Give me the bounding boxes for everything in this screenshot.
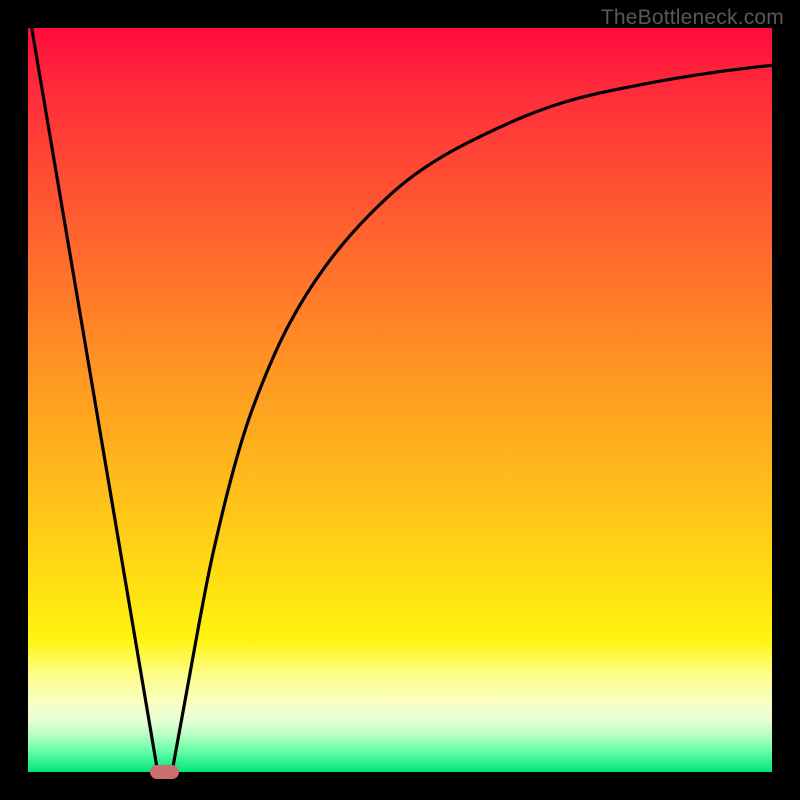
- watermark-text: TheBottleneck.com: [601, 6, 784, 30]
- right-curve-path: [173, 65, 772, 766]
- chart-frame: TheBottleneck.com: [0, 0, 800, 800]
- minimum-marker: [150, 765, 179, 779]
- plot-area: [28, 28, 772, 772]
- left-line-path: [32, 28, 157, 766]
- curves-svg: [28, 28, 772, 772]
